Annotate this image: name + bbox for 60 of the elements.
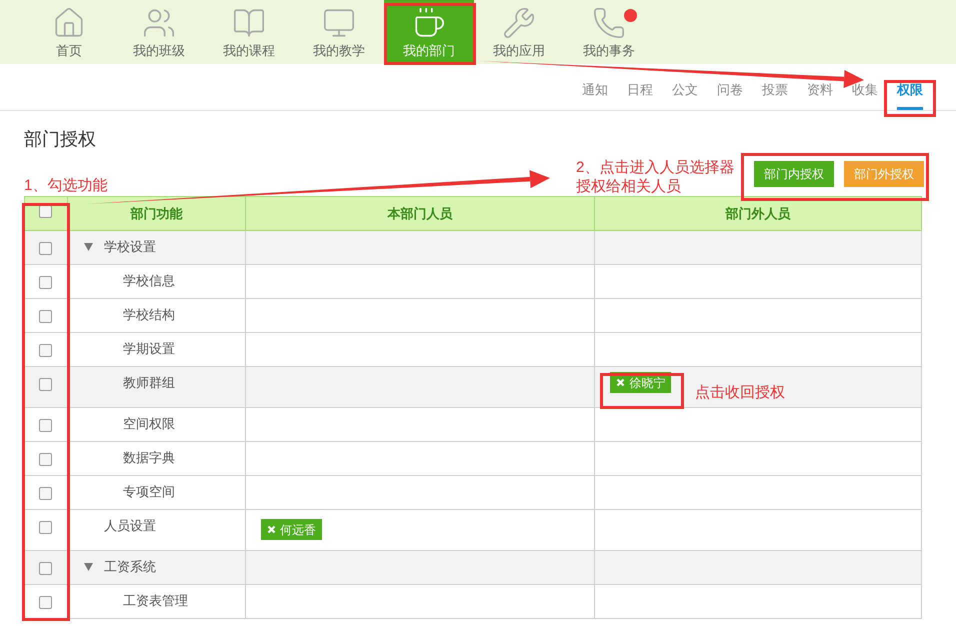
function-name: 教师群组 <box>122 374 175 392</box>
sub-tab[interactable]: 通知 <box>582 81 608 110</box>
nav-label: 我的应用 <box>493 42 545 60</box>
checkbox[interactable] <box>39 310 52 323</box>
checkbox[interactable] <box>39 276 52 289</box>
remove-icon <box>266 525 276 534</box>
nav-label: 我的部门 <box>403 42 455 60</box>
highlight-frame <box>884 80 936 117</box>
checkbox[interactable] <box>39 242 52 255</box>
annotation-text: 点击收回授权 <box>695 383 785 403</box>
nav-item[interactable]: 首页 <box>24 0 114 64</box>
checkbox[interactable] <box>39 453 52 466</box>
checkbox[interactable] <box>39 378 52 391</box>
grant-button[interactable]: 部门内授权 <box>754 161 834 187</box>
checkbox[interactable] <box>39 419 52 432</box>
function-name: 工资系统 <box>104 558 156 576</box>
function-name: 专项空间 <box>122 483 175 501</box>
checkbox[interactable] <box>39 521 52 534</box>
nav-label: 我的班级 <box>133 42 185 60</box>
function-name: 学校设置 <box>104 238 156 256</box>
nav-label: 首页 <box>56 42 82 60</box>
function-name: 学校结构 <box>122 306 175 324</box>
function-name: 工资表管理 <box>122 592 188 610</box>
remove-icon <box>616 378 626 387</box>
sub-tab[interactable]: 投票 <box>762 81 788 110</box>
nav-item[interactable]: 我的班级 <box>114 0 204 64</box>
nav-item[interactable]: 我的事务 <box>564 0 654 64</box>
checkbox[interactable] <box>39 487 52 500</box>
nav-item[interactable]: 我的教学 <box>294 0 384 64</box>
sub-tab[interactable]: 公文 <box>672 81 698 110</box>
function-name: 数据字典 <box>122 449 175 467</box>
annotation-text: 授权给相关人员 <box>576 177 682 196</box>
annotation-text: 1、勾选功能 <box>24 176 108 196</box>
nav-item[interactable]: 我的课程 <box>204 0 294 64</box>
expanded-caret-icon[interactable] <box>84 243 93 251</box>
checkbox[interactable] <box>39 596 52 609</box>
function-name: 学期设置 <box>122 340 175 358</box>
function-name: 人员设置 <box>104 517 156 535</box>
person-tag[interactable]: 何远香 <box>260 519 322 540</box>
nav-label: 我的教学 <box>313 42 365 60</box>
nav-item[interactable]: 我的应用 <box>474 0 564 64</box>
function-name: 学校信息 <box>122 272 175 290</box>
function-name: 空间权限 <box>122 415 175 433</box>
wrench-icon <box>502 6 536 40</box>
sub-tab[interactable]: 日程 <box>627 81 653 110</box>
annotation-text: 2、点击进入人员选择器 <box>576 158 734 177</box>
sub-tab[interactable]: 资料 <box>807 81 833 110</box>
checkbox[interactable] <box>39 344 52 357</box>
column-header: 部门外人员 <box>594 196 922 230</box>
nav-label: 我的事务 <box>583 42 635 60</box>
column-header: 本部门人员 <box>245 196 595 230</box>
checkbox[interactable] <box>39 562 52 575</box>
sub-tab[interactable]: 权限 <box>897 81 923 110</box>
expanded-caret-icon[interactable] <box>84 563 93 571</box>
page-title: 部门授权 <box>24 128 97 151</box>
sub-tab[interactable]: 问卷 <box>717 81 743 110</box>
phone-icon <box>592 6 626 40</box>
sub-tab[interactable]: 收集 <box>852 81 878 110</box>
nav-label: 我的课程 <box>223 42 275 60</box>
grant-button[interactable]: 部门外授权 <box>844 161 924 187</box>
